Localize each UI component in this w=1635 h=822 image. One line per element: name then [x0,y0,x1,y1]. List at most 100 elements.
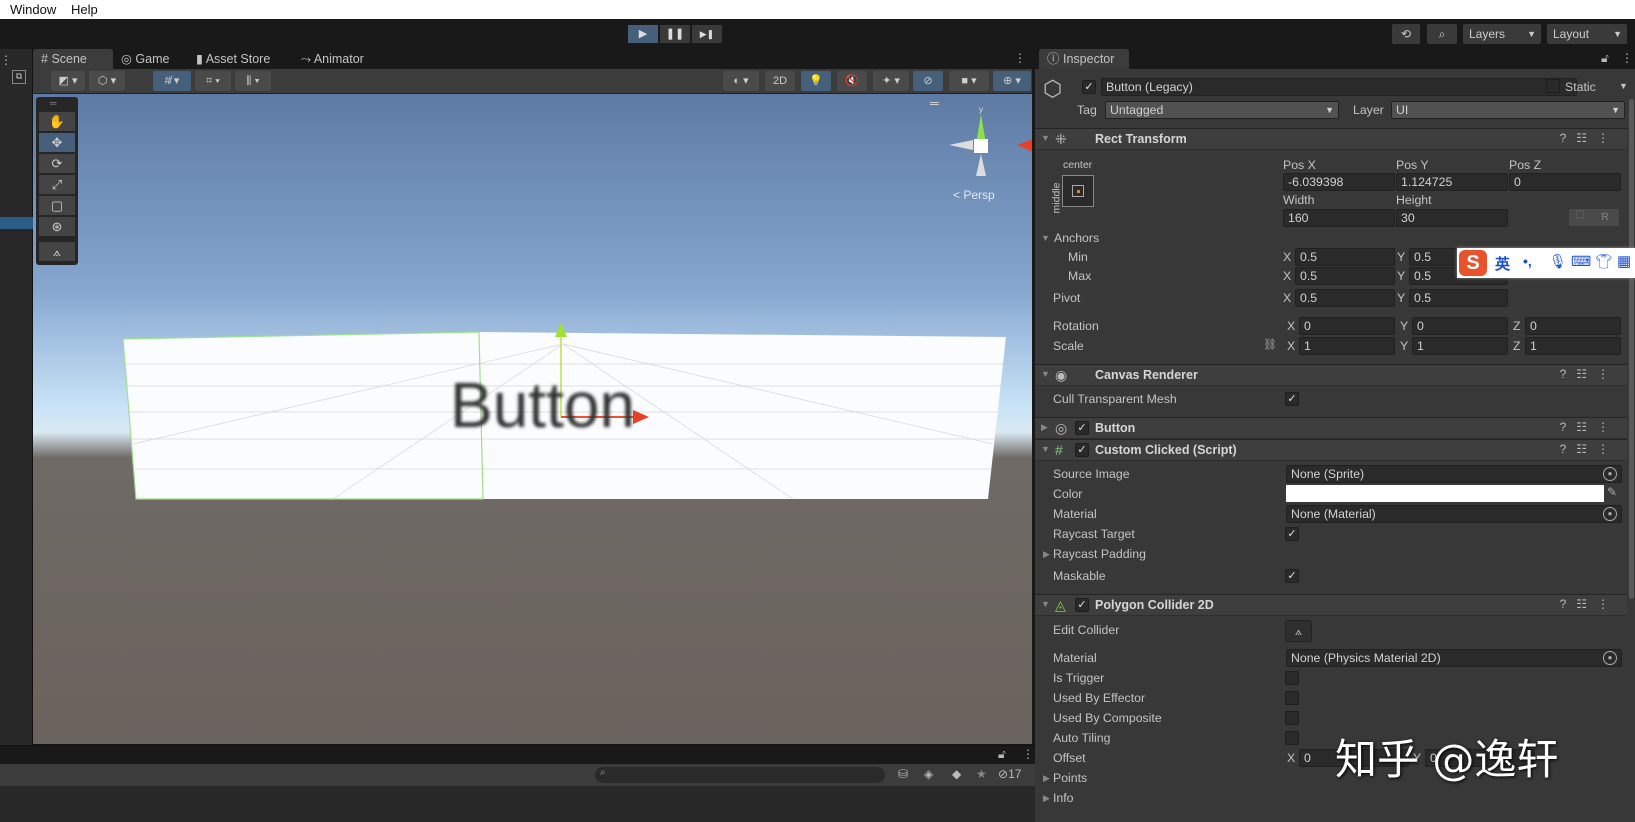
rect-transform-header[interactable]: ▼ ⁜ Rect Transform ?☷⋮ [1035,128,1627,150]
static-checkbox[interactable] [1546,79,1560,93]
static-dropdown-icon[interactable]: ▼ [1619,81,1628,91]
info-label[interactable]: Info [1053,789,1074,807]
blueprint-mode-icon[interactable]: ⬚ [1569,209,1591,226]
material-field[interactable]: None (Material) ● [1286,505,1622,523]
component-header-icons[interactable]: ?☷⋮ [1560,420,1619,434]
more-icon[interactable]: ⋮ [1022,747,1034,761]
maximize-icon[interactable]: ⧉ [12,70,26,84]
favorite-icon[interactable]: ★ [976,767,987,781]
edit-collider-button[interactable]: ⟑ [1285,620,1312,642]
step-button[interactable]: ▶❚ [692,25,722,43]
more-icon[interactable]: ⋮ [1014,51,1026,65]
object-picker-icon[interactable]: ● [1603,651,1617,665]
is-trigger-checkbox[interactable] [1285,671,1299,685]
component-header-icons[interactable]: ?☷⋮ [1560,131,1619,145]
scene-view[interactable]: y x Button < Persp ═ ═ ✋ ✥ ⟳ ⤢ ▢ ⊛ ⟑ [33,94,1032,744]
maskable-checkbox[interactable]: ✓ [1285,569,1299,583]
sogou-logo-icon[interactable]: S [1459,250,1487,276]
anchor-max-x-input[interactable]: 0.5 [1295,267,1395,285]
tab-animator[interactable]: ⤳ Animator [293,49,372,69]
lock-icon[interactable]: 🔓︎ [1601,51,1609,66]
rotate-tool-icon[interactable]: ⟳ [39,154,75,173]
toolbox-icon[interactable]: ▦ [1617,252,1631,270]
tab-scene[interactable]: # Scene [33,49,113,69]
move-tool-icon[interactable]: ✥ [39,133,75,152]
pivot-y-input[interactable]: 0.5 [1409,289,1508,307]
expand-icon[interactable]: ▶ [1043,773,1050,784]
lock-icon[interactable]: 🔓︎ [998,747,1006,762]
raw-edit-button[interactable]: R [1591,209,1619,226]
height-input[interactable]: 30 [1396,209,1508,227]
shading-icon[interactable]: ⬡ ▾ [89,71,125,91]
selected-hierarchy-item[interactable] [0,217,33,229]
eyedropper-icon[interactable]: ✎ [1607,485,1617,499]
object-picker-icon[interactable]: ● [1603,467,1617,481]
component-header-icons[interactable]: ?☷⋮ [1560,367,1619,381]
lighting-icon[interactable]: 💡 [801,71,831,91]
audio-icon[interactable]: 🔇 [837,71,867,91]
expand-icon[interactable]: ▶ [1043,793,1050,804]
used-by-composite-checkbox[interactable] [1285,711,1299,725]
render-mode-icon[interactable]: ◐ ▾ [723,71,759,91]
scale-x-input[interactable]: 1 [1299,337,1395,355]
tag-icon[interactable]: ◆ [952,767,961,781]
grid-snap-icon[interactable]: #̸ ▾ [153,71,191,91]
rotation-x-input[interactable]: 0 [1299,317,1395,335]
physics-material-field[interactable]: None (Physics Material 2D) ● [1286,649,1622,667]
color-swatch[interactable] [1286,485,1604,502]
transform-tool-icon[interactable]: ⊛ [39,217,75,236]
button-enabled-checkbox[interactable]: ✓ [1075,421,1089,435]
ruler-icon[interactable]: ⫼ ▾ [235,71,271,91]
drag-handle-icon[interactable]: ═ [50,98,56,108]
pause-button[interactable]: ❚❚ [660,25,690,43]
custom-clicked-header[interactable]: ▼ # ✓ Custom Clicked (Script) ?☷⋮ [1035,439,1627,461]
anchor-min-x-input[interactable]: 0.5 [1295,248,1395,266]
tab-game[interactable]: ◎ Game [113,49,177,69]
object-name-input[interactable]: Button (Legacy) [1101,78,1577,96]
play-button[interactable]: ▶ [628,25,658,43]
expand-icon[interactable]: ▼ [1041,233,1050,243]
component-header-icons[interactable]: ?☷⋮ [1560,597,1619,611]
effects-icon[interactable]: ✦ ▾ [873,71,909,91]
raycast-target-checkbox[interactable]: ✓ [1285,527,1299,541]
edit-collider-tool-icon[interactable]: ⟑ [39,242,75,261]
more-icon[interactable]: ⋮ [1621,51,1633,65]
draw-mode-icon[interactable]: ◩ ▾ [51,71,85,91]
width-input[interactable]: 160 [1283,209,1395,227]
lock-icon[interactable]: ⋮ [0,53,12,67]
menu-help[interactable]: Help [71,2,98,17]
rotation-y-input[interactable]: 0 [1412,317,1508,335]
pivot-x-input[interactable]: 0.5 [1295,289,1395,307]
search-icon[interactable]: ⌕ [1427,24,1457,44]
scale-tool-icon[interactable]: ⤢ [39,175,75,194]
points-label[interactable]: Points [1053,769,1087,787]
toggle-2d-button[interactable]: 2D [765,71,795,91]
y-arrow-icon[interactable] [555,322,567,337]
snap-increment-icon[interactable]: ⌗ ▾ [195,71,231,91]
layer-dropdown[interactable]: UI ▼ [1391,101,1625,119]
tag-dropdown[interactable]: Untagged ▼ [1105,101,1339,119]
persp-label[interactable]: < Persp [953,188,995,202]
ime-punctuation-toggle[interactable]: •, [1523,253,1532,269]
collider-enabled-checkbox[interactable]: ✓ [1075,598,1089,612]
search-input[interactable]: ⌕ [595,767,885,783]
filter-type-icon[interactable]: ⛁ [898,767,908,781]
rotation-z-input[interactable]: 0 [1525,317,1621,335]
link-scale-icon[interactable]: ⛓ [1263,338,1277,351]
rect-tool-icon[interactable]: ▢ [39,196,75,215]
scale-z-input[interactable]: 1 [1525,337,1621,355]
button-component-header[interactable]: ▶ ◎ ✓ Button ?☷⋮ [1035,417,1627,439]
active-checkbox[interactable]: ✓ [1082,80,1096,94]
layout-dropdown[interactable]: Layout ▼ [1547,24,1627,44]
auto-tiling-checkbox[interactable] [1285,731,1299,745]
script-enabled-checkbox[interactable]: ✓ [1075,443,1089,457]
pos-y-input[interactable]: 1.124725 [1396,173,1508,191]
used-by-effector-checkbox[interactable] [1285,691,1299,705]
pos-z-input[interactable]: 0 [1509,173,1621,191]
hand-tool-icon[interactable]: ✋ [39,112,75,131]
tab-inspector[interactable]: ⓘ Inspector [1039,49,1129,69]
raycast-padding-label[interactable]: Raycast Padding [1053,545,1146,563]
component-header-icons[interactable]: ?☷⋮ [1560,442,1619,456]
canvas-renderer-header[interactable]: ▼ ◉ Canvas Renderer ?☷⋮ [1035,364,1627,386]
menu-window[interactable]: Window [10,2,56,17]
